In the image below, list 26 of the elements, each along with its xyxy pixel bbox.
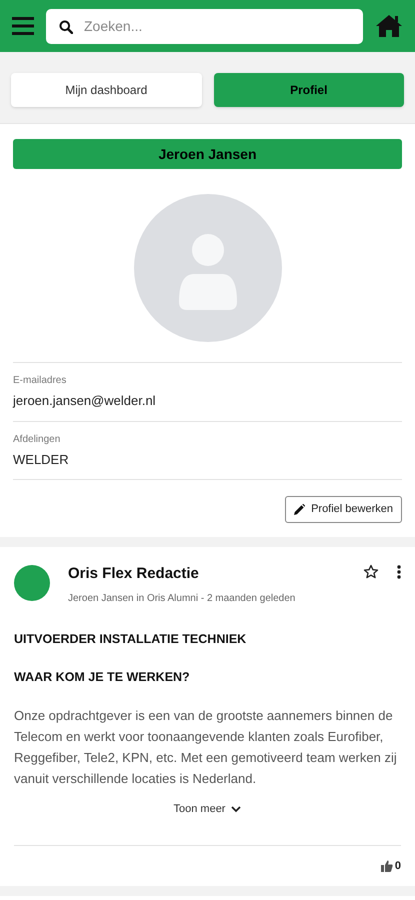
author-name: Oris Flex Redactie <box>68 564 200 584</box>
field-value: jeroen.jansen@welder.nl <box>13 392 157 410</box>
post-heading: WAAR KOM JE TE WERKEN? <box>14 669 191 686</box>
field-value: WELDER <box>13 450 70 468</box>
search-field[interactable]: Zoeken... <box>46 8 363 44</box>
more-icon[interactable] <box>397 565 401 579</box>
tab[interactable]: Mijn dashboard <box>11 73 202 107</box>
edit-profile-button[interactable]: Profiel bewerken <box>285 496 402 523</box>
post-body: Onze opdrachtgever is een van de grootste aannemers binnen de Telecom en werkt voor toonaangevende klanten zoals Eurofiber, Reggefiber, Tele2, KPN, etc. Met een gemotiveerd team werken zij vanuit verschillende locaties is Nederland. <box>14 707 398 788</box>
star-icon[interactable] <box>363 564 379 580</box>
avatar-icon <box>134 194 282 342</box>
chevron-down-icon <box>231 806 242 813</box>
show-more-button[interactable]: Toon meer <box>174 801 242 818</box>
field-label: Afdelingen <box>13 432 62 446</box>
like-count: 0 <box>394 858 401 874</box>
profile-name-bar: Jeroen Jansen <box>13 139 402 169</box>
field-label: E-mailadres <box>13 374 68 388</box>
pencil-icon <box>294 504 306 515</box>
tab[interactable]: Profiel <box>214 73 404 107</box>
post-meta: Jeroen Jansen in Oris Alumni - 2 maanden geleden <box>68 592 296 606</box>
home-icon[interactable] <box>375 14 403 38</box>
menu-icon[interactable] <box>12 17 34 35</box>
post-heading: UITVOERDER INSTALLATIE TECHNIEK <box>14 630 248 648</box>
author-avatar <box>14 565 50 601</box>
search-icon <box>59 20 73 34</box>
thumbs-up-icon[interactable] <box>380 860 393 872</box>
